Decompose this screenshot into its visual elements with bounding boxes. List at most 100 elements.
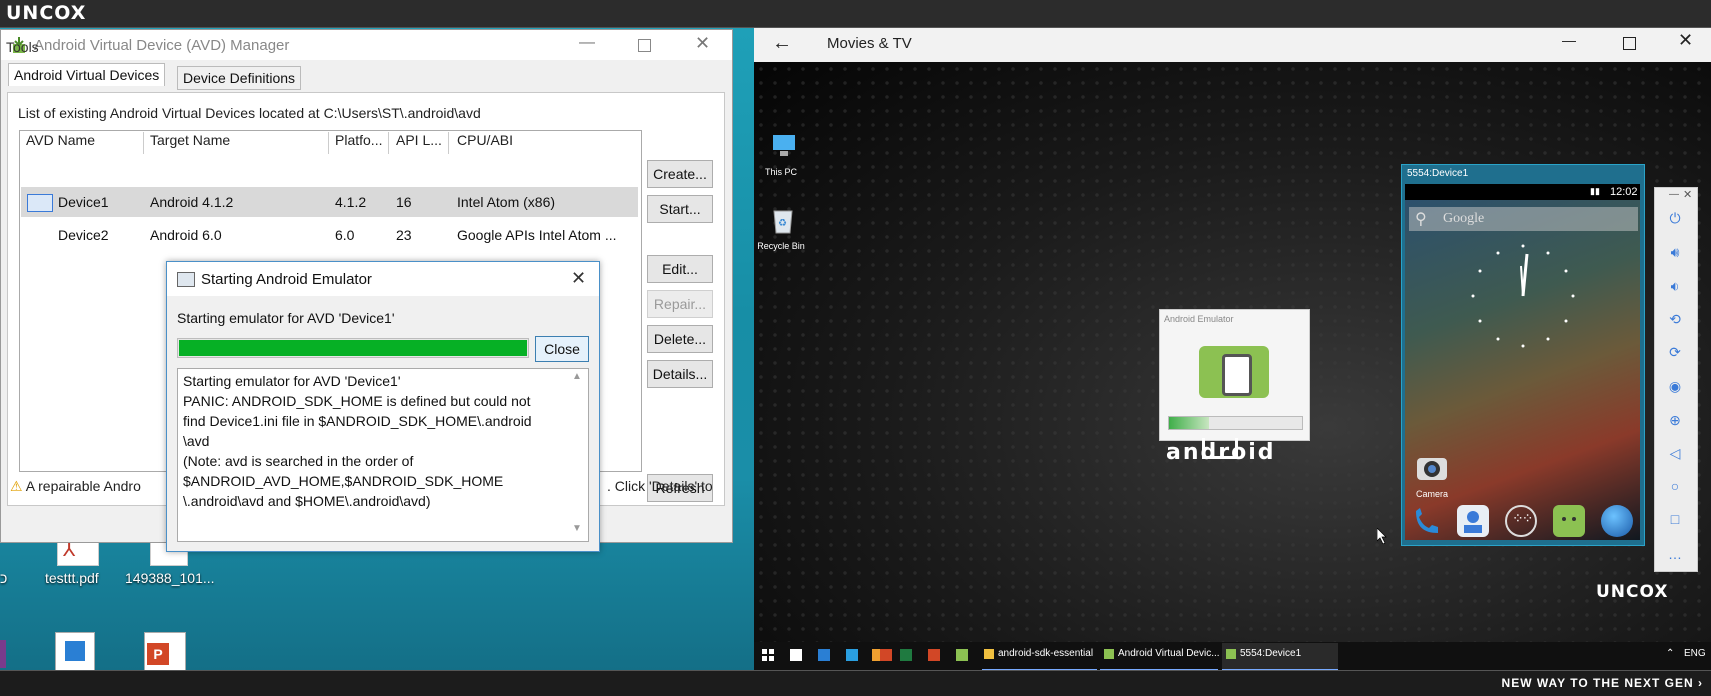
- powerpoint-file-icon[interactable]: P: [144, 632, 186, 672]
- start-icon[interactable]: [762, 648, 774, 661]
- emulator-progress-fill: [1169, 417, 1209, 429]
- task-view-icon[interactable]: [818, 649, 830, 661]
- avd-title-bar: Android Virtual Device (AVD) Manager — ✕: [1, 30, 732, 60]
- dialog-close-icon[interactable]: ✕: [571, 268, 586, 289]
- power-icon[interactable]: ⏻: [1663, 210, 1687, 228]
- excel-icon[interactable]: [900, 649, 912, 661]
- camera-app-icon[interactable]: [1413, 450, 1451, 484]
- signal-battery-icon: ▮▮: [1590, 186, 1600, 196]
- delete-button[interactable]: Delete...: [647, 325, 713, 353]
- avd-target: Android 6.0: [150, 227, 222, 243]
- menu-tools[interactable]: Tools: [6, 39, 39, 55]
- taskbar-item[interactable]: android-sdk-essential: [982, 643, 1097, 671]
- desktop-icon-label[interactable]: This PC: [751, 167, 811, 177]
- acrobat-icon[interactable]: [928, 649, 940, 661]
- minimize-button[interactable]: —: [1562, 32, 1576, 48]
- column-header[interactable]: Target Name: [150, 132, 230, 148]
- column-header[interactable]: Platfo...: [335, 132, 382, 148]
- repair-warning: ⚠ A repairable Andro: [10, 478, 141, 495]
- android-watermark: android: [1166, 440, 1276, 465]
- movies-title: Movies & TV: [827, 35, 912, 52]
- image-file-icon[interactable]: [55, 632, 95, 672]
- language-indicator[interactable]: ENG: [1684, 648, 1706, 659]
- repair-button[interactable]: Repair...: [647, 290, 713, 318]
- desktop-icon-label[interactable]: testtt.pdf: [45, 570, 99, 586]
- edit-button[interactable]: Edit...: [647, 255, 713, 283]
- warning-text-right: . Click 'Details' to: [607, 478, 713, 494]
- taskbar-item[interactable]: Android Virtual Devic...: [1100, 643, 1220, 671]
- powerpoint-icon[interactable]: [880, 649, 892, 661]
- avd-list-caption: List of existing Android Virtual Devices…: [18, 105, 481, 121]
- close-window-button[interactable]: ✕: [1678, 30, 1693, 51]
- close-toolbar-icon[interactable]: ✕: [1683, 188, 1692, 201]
- app-drawer-icon[interactable]: ⁘⁘: [1505, 505, 1537, 537]
- device-screen[interactable]: [1405, 184, 1640, 540]
- tab-android-virtual-devices[interactable]: Android Virtual Devices: [8, 63, 166, 86]
- maximize-button[interactable]: [1623, 37, 1636, 50]
- desktop-icon-label-partial: כ: [0, 570, 8, 586]
- log-line: \.android\avd and $HOME\.android\avd): [183, 493, 431, 509]
- taskbar-item-active[interactable]: 5554:Device1: [1222, 643, 1338, 671]
- avd-api: 23: [396, 227, 412, 243]
- dialog-message: Starting emulator for AVD 'Device1': [177, 310, 395, 326]
- zoom-icon[interactable]: ⊕: [1663, 412, 1687, 430]
- android-icon: [1104, 649, 1114, 659]
- camera-app-label: Camera: [1416, 489, 1449, 499]
- scroll-up-icon[interactable]: ▲: [572, 371, 582, 382]
- maximize-button[interactable]: [638, 39, 651, 52]
- phone-icon[interactable]: [1410, 505, 1442, 537]
- svg-text:♻: ♻: [778, 218, 787, 229]
- emulator-log[interactable]: Starting emulator for AVD 'Device1' PANI…: [177, 368, 589, 542]
- table-row[interactable]: Device1 Android 4.1.2 4.1.2 16 Intel Ato…: [21, 187, 638, 217]
- network-icon[interactable]: ⌃: [1666, 648, 1674, 659]
- home-icon[interactable]: ○: [1663, 478, 1687, 496]
- emulator-phone-icon: [1199, 346, 1269, 398]
- recycle-bin-icon[interactable]: ♻: [770, 205, 796, 235]
- browser-globe-icon[interactable]: [1601, 505, 1633, 537]
- desktop-icon-label[interactable]: Recycle Bin: [751, 241, 811, 251]
- scroll-down-icon[interactable]: ▼: [572, 523, 582, 534]
- minimize-button[interactable]: —: [579, 34, 595, 52]
- cortana-icon[interactable]: [790, 649, 802, 661]
- rotate-right-icon[interactable]: ⟳: [1663, 344, 1687, 362]
- log-line: (Note: avd is searched in the order of: [183, 453, 414, 469]
- uncox-logo: UNCOX: [6, 2, 87, 24]
- tab-device-definitions[interactable]: Device Definitions: [177, 66, 302, 90]
- create-button[interactable]: Create...: [647, 160, 713, 188]
- messaging-icon[interactable]: [1553, 505, 1585, 537]
- avd-window-title: Android Virtual Device (AVD) Manager: [34, 37, 290, 54]
- column-divider: [143, 132, 144, 154]
- back-arrow-icon[interactable]: ←: [772, 32, 792, 55]
- folder-icon: [984, 649, 994, 659]
- android-icon[interactable]: [956, 649, 968, 661]
- details-button[interactable]: Details...: [647, 360, 713, 388]
- log-line: PANIC: ANDROID_SDK_HOME is defined but c…: [183, 393, 531, 409]
- column-header[interactable]: API L...: [396, 132, 442, 148]
- log-line: $ANDROID_AVD_HOME,$ANDROID_SDK_HOME: [183, 473, 504, 489]
- overview-icon[interactable]: □: [1663, 511, 1687, 529]
- progress-bar: [177, 338, 529, 358]
- this-pc-icon[interactable]: [770, 133, 798, 159]
- store-icon[interactable]: [846, 649, 858, 661]
- minimize-toolbar-icon[interactable]: —: [1669, 189, 1679, 200]
- column-divider: [328, 132, 329, 154]
- warning-icon: ⚠: [10, 478, 23, 494]
- start-button[interactable]: Start...: [647, 195, 713, 223]
- rotate-left-icon[interactable]: ⟲: [1663, 311, 1687, 329]
- column-header[interactable]: AVD Name: [26, 132, 95, 148]
- column-header[interactable]: CPU/ABI: [457, 132, 513, 148]
- more-icon[interactable]: …: [1663, 546, 1687, 564]
- back-icon[interactable]: ◁: [1663, 445, 1687, 463]
- volume-down-icon[interactable]: 🔉︎: [1663, 278, 1687, 296]
- close-window-button[interactable]: ✕: [695, 33, 710, 54]
- table-row[interactable]: Device2 Android 6.0 6.0 23 Google APIs I…: [21, 220, 638, 250]
- log-line: Starting emulator for AVD 'Device1': [183, 373, 401, 389]
- volume-up-icon[interactable]: 🔊︎: [1663, 244, 1687, 262]
- screenshot-icon[interactable]: ◉: [1663, 378, 1687, 396]
- avd-target: Android 4.1.2: [150, 194, 234, 210]
- close-button[interactable]: Close: [535, 336, 589, 362]
- contacts-icon[interactable]: [1457, 505, 1489, 537]
- log-scrollbar[interactable]: ▲ ▼: [570, 371, 584, 537]
- desktop-icon-label[interactable]: 149388_101...: [125, 570, 215, 586]
- analog-clock-widget[interactable]: [1467, 240, 1579, 352]
